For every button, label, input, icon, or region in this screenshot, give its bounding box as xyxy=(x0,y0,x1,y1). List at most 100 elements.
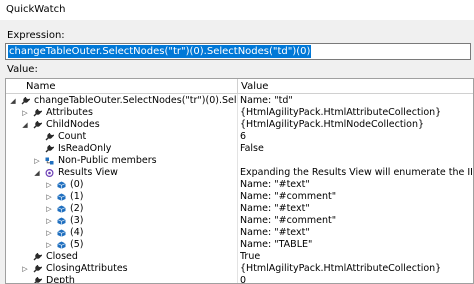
row-value[interactable] xyxy=(240,155,472,167)
object-icon xyxy=(57,205,66,213)
row-name-cell: ◢ changeTableOuter.SelectNodes("tr")(0).S… xyxy=(6,95,237,107)
wrench-icon xyxy=(21,96,32,105)
tree-row[interactable]: ◢ Results View Expanding the Results View … xyxy=(6,167,473,179)
tree-row[interactable]: Depth 0 xyxy=(6,275,473,284)
row-name: Depth xyxy=(46,275,75,284)
column-splitter[interactable] xyxy=(237,79,238,94)
window-title: QuickWatch xyxy=(0,0,474,20)
row-name-cell: ▷ (5) xyxy=(6,239,237,251)
expression-label: Expression: xyxy=(7,30,65,41)
row-name-cell: ◢ Results View xyxy=(6,167,237,179)
column-header-name[interactable]: Name xyxy=(26,81,56,92)
tree-row[interactable]: ▷ (5) Name: "TABLE" xyxy=(6,239,473,251)
row-value[interactable]: {HtmlAgilityPack.HtmlAttributeCollection… xyxy=(240,263,472,275)
tree-row[interactable]: ▷ (4) Name: "#text" xyxy=(6,227,473,239)
row-name-cell: ▷ (3) xyxy=(6,215,237,227)
row-name: (2) xyxy=(70,203,84,214)
row-value[interactable]: 0 xyxy=(240,275,472,283)
row-name-cell: ▷ Attributes xyxy=(6,107,237,119)
wrench-icon xyxy=(45,144,56,153)
object-icon xyxy=(57,241,66,249)
expand-arrow-icon[interactable]: ▷ xyxy=(45,191,53,203)
wrench-icon xyxy=(33,108,44,117)
row-name: (1) xyxy=(70,191,84,202)
row-value[interactable]: True xyxy=(240,251,472,263)
expand-arrow-icon[interactable]: ▷ xyxy=(33,155,41,167)
row-name: (0) xyxy=(70,179,84,190)
row-value[interactable]: Name: "td" xyxy=(240,95,472,107)
row-value[interactable]: Expanding the Results View will enumerat… xyxy=(240,167,472,179)
wrench-icon xyxy=(33,252,44,261)
expand-arrow-icon[interactable]: ▷ xyxy=(45,179,53,191)
tree-row[interactable]: ▷ (1) Name: "#comment" xyxy=(6,191,473,203)
row-name: Non-Public members xyxy=(58,155,157,166)
row-name: IsReadOnly xyxy=(58,143,112,154)
row-value[interactable]: Name: "#text" xyxy=(240,203,472,215)
expression-text: changeTableOuter.SelectNodes("tr")(0).Se… xyxy=(8,45,312,58)
object-icon xyxy=(57,181,66,189)
tree-row[interactable]: ◢ ChildNodes {HtmlAgilityPack.HtmlNodeColl… xyxy=(6,119,473,131)
watch-grid[interactable]: Name Value ◢ changeTableOuter.SelectNodes… xyxy=(5,78,474,284)
row-name-cell: ◢ ChildNodes xyxy=(6,119,237,131)
row-value[interactable]: Name: "#text" xyxy=(240,227,472,239)
expand-arrow-icon[interactable]: ▷ xyxy=(21,263,29,275)
collapse-arrow-icon[interactable]: ◢ xyxy=(33,167,41,179)
row-value[interactable]: {HtmlAgilityPack.HtmlNodeCollection} xyxy=(240,119,472,131)
tree-row[interactable]: ▷ Attributes {HtmlAgilityPack.HtmlAttribut… xyxy=(6,107,473,119)
grid-header: Name Value xyxy=(6,79,473,94)
wrench-icon xyxy=(33,120,44,129)
expand-arrow-icon[interactable]: ▷ xyxy=(45,203,53,215)
row-name-cell: Count xyxy=(6,131,237,143)
row-name: (5) xyxy=(70,239,84,250)
results-view-icon xyxy=(45,168,54,178)
row-name-cell: ▷ (0) xyxy=(6,179,237,191)
row-value[interactable]: Name: "#comment" xyxy=(240,191,472,203)
tree-row[interactable]: Count 6 xyxy=(6,131,473,143)
row-name: (3) xyxy=(70,215,84,226)
row-name-cell: Depth xyxy=(6,275,237,284)
row-name: ChildNodes xyxy=(46,119,100,130)
row-name-cell: ▷ (1) xyxy=(6,191,237,203)
row-value[interactable]: Name: "#comment" xyxy=(240,215,472,227)
row-name-cell: IsReadOnly xyxy=(6,143,237,155)
row-value[interactable]: False xyxy=(240,143,472,155)
wrench-icon xyxy=(33,276,44,283)
object-icon xyxy=(57,217,66,225)
tree-row[interactable]: ▷ (0) Name: "#text" xyxy=(6,179,473,191)
row-value[interactable]: Name: "#text" xyxy=(240,179,472,191)
wrench-icon xyxy=(33,264,44,273)
collapse-arrow-icon[interactable]: ◢ xyxy=(21,119,29,131)
tree-row[interactable]: ▷ Non-Public members xyxy=(6,155,473,167)
row-name-cell: ▷ ClosingAttributes xyxy=(6,263,237,275)
expand-arrow-icon[interactable]: ▷ xyxy=(45,215,53,227)
members-icon xyxy=(45,157,54,165)
column-header-value[interactable]: Value xyxy=(241,81,268,92)
object-icon xyxy=(57,193,66,201)
expand-arrow-icon[interactable]: ▷ xyxy=(45,227,53,239)
row-value[interactable]: 6 xyxy=(240,131,472,143)
tree-row[interactable]: Closed True xyxy=(6,251,473,263)
row-name: ClosingAttributes xyxy=(46,263,128,274)
value-label: Value: xyxy=(7,64,38,75)
object-icon xyxy=(57,229,66,237)
tree-row[interactable]: ▷ ClosingAttributes {HtmlAgilityPack.HtmlA… xyxy=(6,263,473,275)
tree-row[interactable]: ▷ (2) Name: "#text" xyxy=(6,203,473,215)
expression-input[interactable]: changeTableOuter.SelectNodes("tr")(0).Se… xyxy=(5,43,471,60)
tree-row[interactable]: IsReadOnly False xyxy=(6,143,473,155)
row-name: Count xyxy=(58,131,87,142)
tree-row[interactable]: ▷ (3) Name: "#comment" xyxy=(6,215,473,227)
row-name: Results View xyxy=(58,167,118,178)
expand-arrow-icon[interactable]: ▷ xyxy=(45,239,53,251)
tree-row[interactable]: ◢ changeTableOuter.SelectNodes("tr")(0).S… xyxy=(6,95,473,107)
expand-arrow-icon[interactable]: ▷ xyxy=(21,107,29,119)
row-name-cell: ▷ Non-Public members xyxy=(6,155,237,167)
wrench-icon xyxy=(45,132,56,141)
row-value[interactable]: {HtmlAgilityPack.HtmlAttributeCollection… xyxy=(240,107,472,119)
collapse-arrow-icon[interactable]: ◢ xyxy=(9,95,17,107)
row-name: Attributes xyxy=(46,107,93,118)
row-name-cell: ▷ (4) xyxy=(6,227,237,239)
row-value[interactable]: Name: "TABLE" xyxy=(240,239,472,251)
row-name-cell: ▷ (2) xyxy=(6,203,237,215)
row-name: changeTableOuter.SelectNodes("tr")(0).Se… xyxy=(34,95,237,106)
row-name-cell: Closed xyxy=(6,251,237,263)
